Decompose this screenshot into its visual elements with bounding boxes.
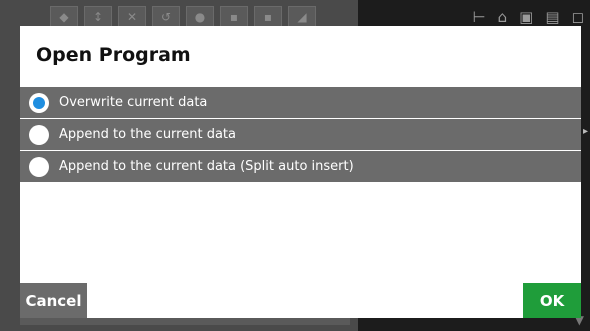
toolbar-tool-icon: ▪ xyxy=(254,6,282,28)
toolbar-undo-icon: ↺ xyxy=(152,6,180,28)
toolbar-tool-icon: ● xyxy=(186,6,214,28)
open-mode-options: Overwrite current data Append to the cur… xyxy=(20,87,581,183)
document-icon: ▤ xyxy=(545,8,560,26)
save-icon: ▣ xyxy=(519,8,534,26)
option-label: Overwrite current data xyxy=(59,95,208,110)
radio-unselected-icon[interactable] xyxy=(29,156,49,177)
option-overwrite[interactable]: Overwrite current data xyxy=(20,87,581,119)
background-side-marker: ▸ xyxy=(582,126,588,137)
toolbar-tool-icon: ✕ xyxy=(118,6,146,28)
tool-icon: ⌂ xyxy=(497,8,508,26)
ok-button[interactable]: OK xyxy=(523,283,581,318)
dialog-title: Open Program xyxy=(36,44,191,66)
option-label: Append to the current data xyxy=(59,127,236,142)
cursor-icon: ⊢ xyxy=(472,8,486,26)
open-program-dialog: Open Program Overwrite current data Appe… xyxy=(20,26,581,318)
option-append[interactable]: Append to the current data xyxy=(20,119,581,151)
toolbar-tool-icon: ▪ xyxy=(220,6,248,28)
radio-unselected-icon[interactable] xyxy=(29,124,49,145)
toolbar-tool-icon: ◆ xyxy=(50,6,78,28)
clipboard-icon: ◻ xyxy=(571,8,584,26)
option-append-split[interactable]: Append to the current data (Split auto i… xyxy=(20,151,581,183)
cancel-button[interactable]: Cancel xyxy=(20,283,87,318)
toolbar-tool-icon: ◢ xyxy=(288,6,316,28)
toolbar-tool-icon: ↕ xyxy=(84,6,112,28)
option-label: Append to the current data (Split auto i… xyxy=(59,159,354,174)
radio-selected-icon[interactable] xyxy=(29,92,49,113)
background-right-icons: ⊢ ⌂ ▣ ▤ ◻ xyxy=(473,8,584,26)
